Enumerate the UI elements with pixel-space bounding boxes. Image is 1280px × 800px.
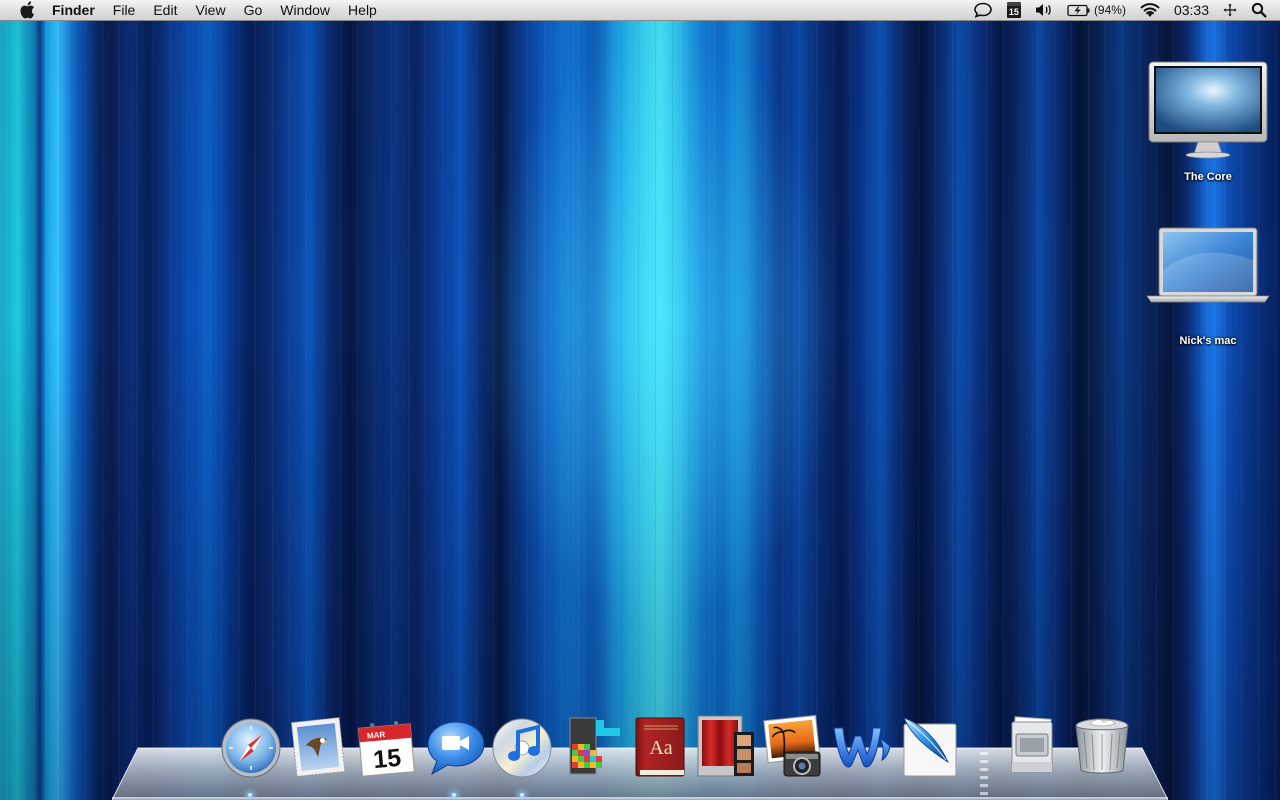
dock-item-dictionary[interactable]: Aa [628,714,692,778]
dock-item-trash[interactable] [1070,714,1134,778]
desktop-icon-label: The Core [1184,171,1232,183]
itunes-cd-icon [492,718,552,778]
running-indicator-ichat [451,793,457,797]
ical-day: 15 [372,744,402,774]
safari-compass-icon [221,718,281,778]
desktop-wallpaper [0,0,1280,800]
photoshop-feather-icon [903,717,957,777]
battery-percent: (94%) [1093,3,1126,17]
ical-calendar-icon: MAR 15 [357,721,415,777]
menu-edit[interactable]: Edit [144,0,186,21]
apple-menu-icon[interactable] [17,0,37,20]
documents-stack-icon [1011,716,1053,773]
word-w-icon [833,727,891,768]
desktop-icon-label: Nick's mac [1179,335,1237,347]
wifi-icon[interactable] [1133,0,1167,21]
dock-item-word[interactable] [830,714,894,778]
dock-item-photo-booth[interactable] [694,714,758,778]
menu-help[interactable]: Help [339,0,386,21]
dock-item-ichat[interactable] [422,716,486,780]
dock-item-itunes[interactable] [490,714,554,778]
ichat-video-icon [427,721,485,776]
menu-view[interactable]: View [186,0,234,21]
calendar-day-badge: 15 [1006,2,1021,18]
battery-icon [1067,4,1090,16]
photo-booth-icon [697,715,754,777]
macbook-icon [1146,227,1270,303]
dock-item-documents-stack[interactable] [1002,714,1066,778]
magnifier-icon[interactable] [1244,0,1274,21]
battery-status[interactable]: (94%) [1060,0,1133,21]
clock[interactable]: 03:33 [1167,0,1216,21]
menu-bar: Finder File Edit View Go Window Help 15 … [0,0,1280,21]
dictionary-book-text: Aa [649,737,672,759]
running-indicator-itunes [519,793,525,797]
dock-item-iphoto[interactable] [762,714,826,778]
menu-go[interactable]: Go [235,0,272,21]
dock-separator [980,752,988,795]
tetris-blocks-icon [569,717,620,775]
dock-item-mail[interactable] [286,714,350,778]
menu-file[interactable]: File [104,0,145,21]
running-indicator-safari [247,793,253,797]
speaker-icon[interactable] [1028,0,1060,21]
mail-eagle-stamp-icon [290,717,346,777]
dictionary-book-icon: Aa [635,717,685,777]
iphoto-icon [763,714,821,777]
calendar-menu-icon[interactable]: 15 [1000,0,1028,21]
spaces-icon[interactable] [1216,0,1244,21]
ical-month: MAR [367,730,386,741]
dock-item-photoshop[interactable] [898,714,962,778]
desktop-icon-the-core[interactable]: The Core [1143,58,1273,185]
trash-can-icon [1075,718,1129,774]
menu-window[interactable]: Window [271,0,339,21]
speech-bubble-icon[interactable] [966,0,1000,21]
dock-item-ical[interactable]: MAR 15 [354,714,418,778]
dock-item-game[interactable] [562,714,626,778]
imac-display-icon [1148,61,1268,159]
menu-app-finder[interactable]: Finder [52,0,104,21]
desktop-icon-nicks-mac[interactable]: Nick's mac [1143,226,1273,349]
dock-item-safari[interactable] [218,714,282,778]
